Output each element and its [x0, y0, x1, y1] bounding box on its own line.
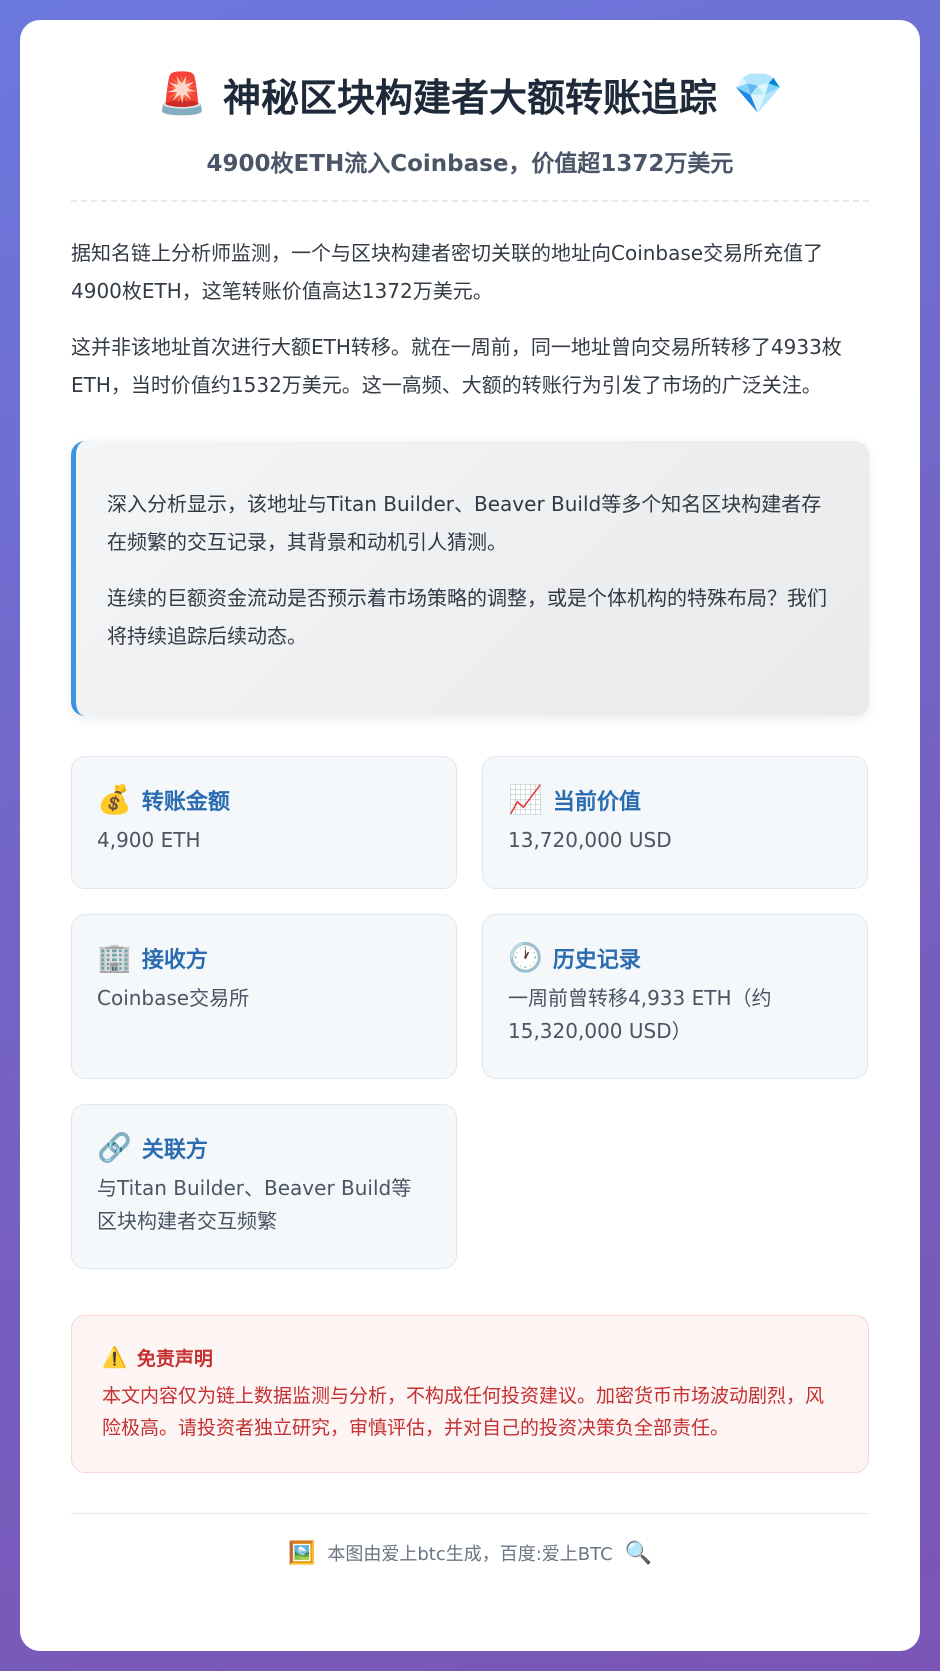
title-text: 神秘区块构建者大额转账追踪 — [222, 75, 717, 120]
footer-text: 本图由爱上btc生成，百度:爱上BTC — [327, 1544, 613, 1565]
footer: 🖼️ 本图由爱上btc生成，百度:爱上BTC 🔍 — [71, 1540, 869, 1566]
header-divider — [71, 200, 869, 202]
warning-icon: ⚠️ — [102, 1345, 127, 1369]
disclaimer-text: 本文内容仅为链上数据监测与分析，不构成任何投资建议。加密货币市场波动剧烈，风险极… — [102, 1385, 825, 1439]
info-card-label: 转账金额 — [141, 790, 230, 815]
info-card-value: Coinbase交易所 — [97, 986, 250, 1010]
disclaimer-title: 免责声明 — [136, 1347, 213, 1370]
page-title: 🚨 神秘区块构建者大额转账追踪 💎 — [71, 64, 869, 124]
article-card: 🚨 神秘区块构建者大额转账追踪 💎 4900枚ETH流入Coinbase，价值超… — [20, 20, 920, 1651]
magnifier-icon: 🔍 — [624, 1540, 653, 1566]
header: 🚨 神秘区块构建者大额转账追踪 💎 4900枚ETH流入Coinbase，价值超… — [71, 20, 869, 178]
link-icon: 🔗 — [97, 1131, 132, 1164]
intro-paragraph-2: 这并非该地址首次进行大额ETH转移。就在一周前，同一地址曾向交易所转移了4933… — [71, 335, 842, 397]
info-card-history: 🕐 历史记录 一周前曾转移4,933 ETH（约15,320,000 USD） — [482, 914, 868, 1079]
intro-paragraph-1: 据知名链上分析师监测，一个与区块构建者密切关联的地址向Coinbase交易所充值… — [71, 241, 824, 303]
money-bag-icon: 💰 — [97, 783, 132, 816]
info-card-label: 关联方 — [141, 1138, 208, 1163]
footer-divider — [71, 1513, 869, 1514]
quote-paragraph-2: 连续的巨额资金流动是否预示着市场策略的调整，或是个体机构的特殊布局？我们将持续追… — [107, 586, 827, 648]
info-card-related: 🔗 关联方 与Titan Builder、Beaver Build等区块构建者交… — [71, 1104, 457, 1269]
info-card-value: 一周前曾转移4,933 ETH（约15,320,000 USD） — [508, 986, 772, 1043]
info-grid: 💰 转账金额 4,900 ETH 📈 当前价值 13,720,000 USD 🏢… — [71, 756, 869, 1269]
info-card-value: 13,720,000 USD — [508, 828, 672, 852]
info-card-receiver: 🏢 接收方 Coinbase交易所 — [71, 914, 457, 1079]
info-card-amount: 💰 转账金额 4,900 ETH — [71, 756, 457, 889]
diamond-icon: 💎 — [733, 71, 783, 117]
quote-paragraph-1: 深入分析显示，该地址与Titan Builder、Beaver Build等多个… — [107, 492, 822, 554]
info-card-value: 4,900 ETH — [97, 828, 201, 852]
clock-icon: 🕐 — [508, 941, 543, 974]
info-card-value: 与Titan Builder、Beaver Build等区块构建者交互频繁 — [97, 1176, 412, 1233]
info-card-value-usd: 📈 当前价值 13,720,000 USD — [482, 756, 868, 889]
chart-up-icon: 📈 — [508, 783, 543, 816]
framed-picture-icon: 🖼️ — [287, 1540, 316, 1566]
info-card-label: 接收方 — [141, 948, 208, 973]
page-subtitle: 4900枚ETH流入Coinbase，价值超1372万美元 — [206, 151, 734, 177]
info-card-label: 历史记录 — [552, 948, 641, 973]
siren-icon: 🚨 — [157, 71, 207, 117]
info-card-label: 当前价值 — [552, 790, 641, 815]
disclaimer-box: ⚠️ 免责声明 本文内容仅为链上数据监测与分析，不构成任何投资建议。加密货币市场… — [71, 1315, 869, 1473]
office-building-icon: 🏢 — [97, 941, 132, 974]
analysis-quote: 深入分析显示，该地址与Titan Builder、Beaver Build等多个… — [71, 441, 869, 716]
